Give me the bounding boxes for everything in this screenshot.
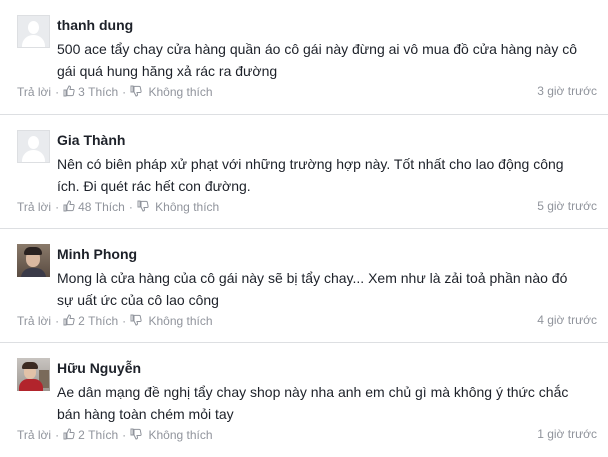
thumbs-up-icon	[63, 428, 75, 440]
separator-dot: ·	[55, 200, 60, 214]
dislike-link[interactable]: Không thích	[130, 428, 213, 442]
like-label: Thích	[94, 200, 125, 214]
comment-item: Gia Thành Nên có biên pháp xử phạt với n…	[0, 114, 608, 229]
dislike-label: Không thích	[155, 200, 220, 214]
comment-timestamp[interactable]: 1 giờ trước	[537, 427, 597, 441]
like-link[interactable]: 3 Thích	[63, 85, 118, 99]
separator-dot: ·	[55, 85, 60, 99]
avatar-head-shape	[28, 21, 39, 34]
separator-dot: ·	[55, 314, 60, 328]
like-link[interactable]: 2 Thích	[63, 428, 118, 442]
reply-link[interactable]: Trả lời	[17, 200, 51, 214]
avatar-shoulders-shape	[22, 35, 45, 47]
like-link[interactable]: 48 Thích	[63, 200, 125, 214]
comment-author[interactable]: Minh Phong	[57, 246, 137, 262]
dislike-label: Không thích	[148, 428, 213, 442]
separator-dot: ·	[55, 428, 60, 442]
avatar-head-shape	[28, 136, 39, 149]
comment-item: Hữu Nguyễn Ae dân mạng đề nghị tẩy chay …	[0, 342, 608, 457]
dislike-link[interactable]: Không thích	[130, 85, 213, 99]
dislike-link[interactable]: Không thích	[130, 314, 213, 328]
comment-text: Mong là cửa hàng của cô gái này sẽ bị tẩ…	[57, 270, 568, 308]
avatar-shoulders-shape	[22, 150, 45, 162]
like-count: 48	[78, 200, 92, 214]
comment-text: Ae dân mạng đề nghị tẩy chay shop này nh…	[57, 384, 569, 422]
photo-avatar[interactable]	[17, 358, 50, 391]
like-count: 2	[78, 314, 85, 328]
like-count: 3	[78, 85, 85, 99]
like-label: Thích	[88, 314, 119, 328]
thumbs-down-icon	[130, 85, 142, 97]
default-avatar[interactable]	[17, 130, 50, 163]
like-label: Thích	[88, 85, 119, 99]
photo-avatar[interactable]	[17, 244, 50, 277]
separator-dot: ·	[122, 314, 127, 328]
comment-actions: Trả lời · 2 Thích · Không thích	[17, 314, 213, 328]
separator-dot: ·	[128, 200, 133, 214]
avatar-photo-hair	[24, 247, 42, 255]
dislike-label: Không thích	[148, 85, 213, 99]
comment-text: Nên có biên pháp xử phạt với những trườn…	[57, 156, 564, 194]
comment-item: thanh dung 500 ace tẩy chay cửa hàng quầ…	[0, 0, 608, 114]
thumbs-up-icon	[63, 314, 75, 326]
comment-author[interactable]: Gia Thành	[57, 132, 125, 148]
thumbs-down-icon	[137, 200, 149, 212]
comment-timestamp[interactable]: 5 giờ trước	[537, 199, 597, 213]
thumbs-up-icon	[63, 85, 75, 97]
comment-timestamp[interactable]: 3 giờ trước	[537, 84, 597, 98]
comment-author[interactable]: thanh dung	[57, 17, 133, 33]
avatar-photo-body	[19, 379, 43, 391]
reply-link[interactable]: Trả lời	[17, 428, 51, 442]
comment-actions: Trả lời · 48 Thích · Không thích	[17, 200, 219, 214]
thumbs-up-icon	[63, 200, 75, 212]
dislike-label: Không thích	[148, 314, 213, 328]
comment-text: 500 ace tẩy chay cửa hàng quần áo cô gái…	[57, 41, 578, 79]
default-avatar[interactable]	[17, 15, 50, 48]
comment-timestamp[interactable]: 4 giờ trước	[537, 313, 597, 327]
thumbs-down-icon	[130, 314, 142, 326]
reply-link[interactable]: Trả lời	[17, 85, 51, 99]
comment-item: Minh Phong Mong là cửa hàng của cô gái n…	[0, 228, 608, 343]
comment-list: thanh dung 500 ace tẩy chay cửa hàng quầ…	[0, 0, 608, 457]
separator-dot: ·	[122, 85, 127, 99]
like-count: 2	[78, 428, 85, 442]
separator-dot: ·	[122, 428, 127, 442]
comment-actions: Trả lời · 2 Thích · Không thích	[17, 428, 213, 442]
thumbs-down-icon	[130, 428, 142, 440]
avatar-photo-body	[21, 268, 46, 277]
comment-author[interactable]: Hữu Nguyễn	[57, 360, 141, 376]
dislike-link[interactable]: Không thích	[137, 200, 219, 214]
like-label: Thích	[88, 428, 119, 442]
avatar-photo-hair	[22, 362, 38, 369]
comment-actions: Trả lời · 3 Thích · Không thích	[17, 85, 213, 99]
like-link[interactable]: 2 Thích	[63, 314, 118, 328]
reply-link[interactable]: Trả lời	[17, 314, 51, 328]
